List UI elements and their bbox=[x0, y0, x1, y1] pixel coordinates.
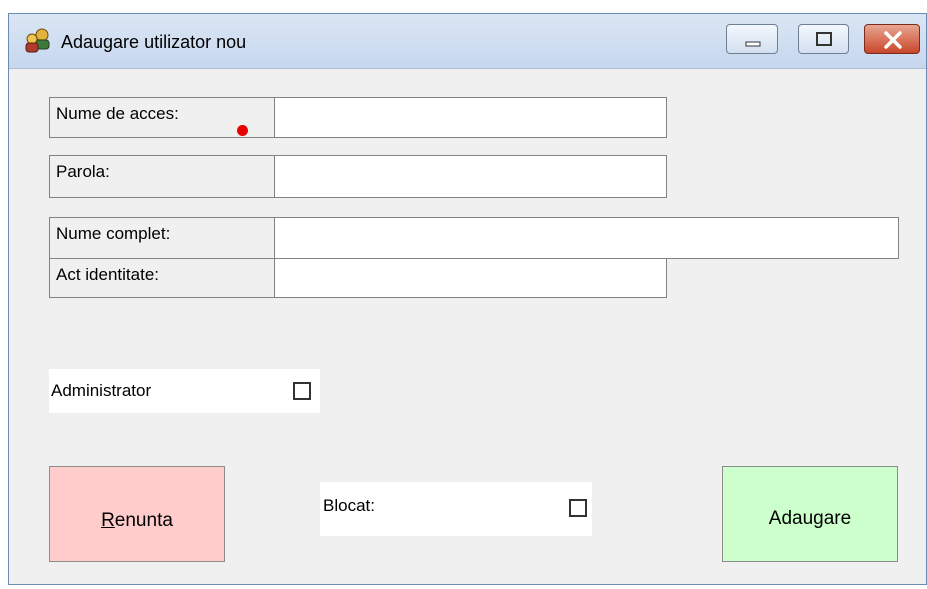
cancel-label: enunta bbox=[114, 510, 173, 531]
users-app-icon bbox=[25, 28, 50, 53]
blocked-checkbox[interactable] bbox=[569, 499, 587, 517]
cancel-mnemonic: R bbox=[101, 510, 115, 531]
add-button[interactable]: Adaugare bbox=[722, 466, 898, 562]
admin-checkbox[interactable] bbox=[293, 382, 311, 400]
id-document-input[interactable] bbox=[274, 258, 667, 298]
password-input[interactable] bbox=[274, 155, 667, 198]
fullname-input[interactable] bbox=[274, 217, 899, 259]
blocked-label: Blocat: bbox=[323, 496, 375, 515]
maximize-button[interactable] bbox=[798, 24, 849, 54]
minimize-icon bbox=[745, 41, 761, 47]
close-icon bbox=[884, 31, 902, 49]
fullname-label: Nume complet: bbox=[49, 217, 275, 259]
title-bar[interactable]: Adaugare utilizator nou bbox=[9, 14, 926, 69]
password-label: Parola: bbox=[49, 155, 275, 198]
required-marker-icon bbox=[237, 125, 248, 136]
maximize-icon bbox=[816, 32, 832, 46]
minimize-button[interactable] bbox=[726, 24, 778, 54]
id-document-label: Act identitate: bbox=[49, 258, 275, 298]
username-input[interactable] bbox=[274, 97, 667, 138]
window-title: Adaugare utilizator nou bbox=[61, 32, 247, 52]
admin-row: Administrator bbox=[49, 369, 320, 413]
close-button[interactable] bbox=[864, 24, 920, 54]
blocked-row: Blocat: bbox=[320, 482, 592, 536]
admin-label: Administrator bbox=[51, 381, 152, 400]
dialog-window: Adaugare utilizator nou Nume de acces: P… bbox=[8, 13, 927, 585]
cancel-button[interactable]: Renunta bbox=[49, 466, 225, 562]
